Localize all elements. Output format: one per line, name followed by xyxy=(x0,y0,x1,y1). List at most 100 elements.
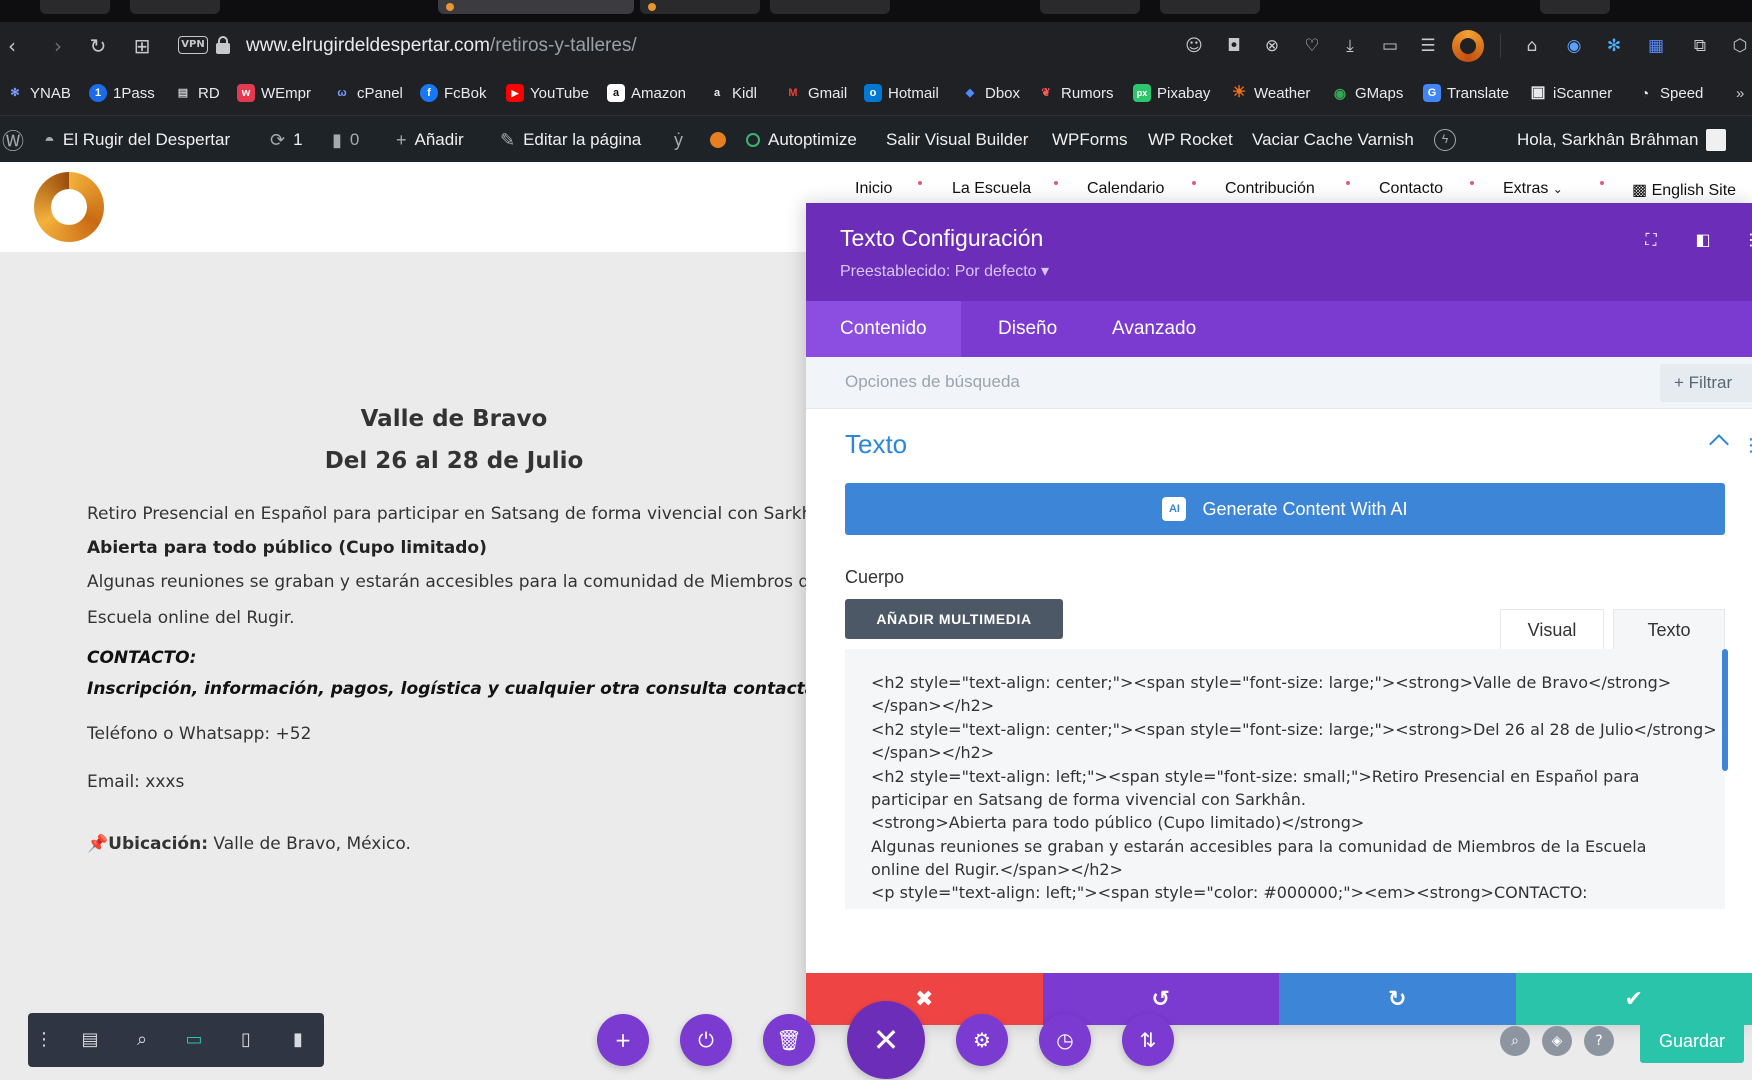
admin-comments[interactable]: ▮ 0 xyxy=(332,128,359,152)
browser-tab[interactable] xyxy=(770,0,890,14)
nav-la-escuela[interactable]: La Escuela xyxy=(952,180,1031,202)
reload-icon[interactable]: ↻ xyxy=(86,34,110,58)
nav-extras[interactable]: Extras ⌄ xyxy=(1503,180,1563,202)
browser-tab[interactable] xyxy=(40,0,110,14)
add-module-button[interactable]: + xyxy=(597,1014,649,1066)
admin-varnish[interactable]: Vaciar Cache Varnish xyxy=(1252,128,1414,152)
bookmark-kidl[interactable]: a Kidl xyxy=(708,82,757,104)
editor-tab-text[interactable]: Texto xyxy=(1613,609,1725,649)
portability-button[interactable]: ⏻ xyxy=(680,1014,732,1066)
section-title-texto[interactable]: Texto xyxy=(845,429,907,460)
copy-icon[interactable]: ⧉ xyxy=(1688,34,1712,58)
browser-tab[interactable] xyxy=(1540,0,1610,14)
section-menu-icon[interactable]: ⋮ xyxy=(1742,435,1752,456)
lock-icon[interactable] xyxy=(216,36,230,54)
zoom-view-icon[interactable]: ⌕ xyxy=(130,1028,154,1052)
bookmark-weather[interactable]: ☀ Weather xyxy=(1230,82,1311,104)
bookmark-1pass[interactable]: 1 1Pass xyxy=(89,82,155,104)
bookmark-youtube[interactable]: ▶ YouTube xyxy=(506,82,589,104)
bookmarks-overflow-icon[interactable]: » xyxy=(1736,82,1744,104)
help-icon[interactable]: ? xyxy=(1584,1026,1614,1056)
discard-button[interactable]: ✖ xyxy=(806,973,1043,1025)
preset-selector[interactable]: Preestablecido: Por defecto ▾ xyxy=(840,261,1049,281)
bookmark-fcbok[interactable]: f FcBok xyxy=(420,82,487,104)
url-field[interactable]: www.elrugirdeldespertar.com/retiros-y-ta… xyxy=(246,34,637,58)
wireframe-view-icon[interactable]: ▤ xyxy=(78,1028,102,1052)
add-media-button[interactable]: AÑADIR MULTIMEDIA xyxy=(845,599,1063,639)
site-logo[interactable] xyxy=(34,172,104,242)
admin-exit-builder[interactable]: Salir Visual Builder xyxy=(886,128,1028,152)
fullscreen-icon[interactable]: ⛶ xyxy=(1640,229,1662,251)
tab-contenido[interactable]: Contenido xyxy=(806,301,961,357)
options-search-input[interactable]: Opciones de búsqueda xyxy=(845,372,1020,392)
bookmark-speed[interactable]: ◔ Speed xyxy=(1636,82,1704,104)
close-builder-button[interactable]: ✕ xyxy=(847,1001,925,1079)
bookmark-cpanel[interactable]: ω cPanel xyxy=(333,82,403,104)
heart-icon[interactable]: ♡ xyxy=(1300,34,1324,58)
browser-tab[interactable] xyxy=(1040,0,1140,14)
back-icon[interactable]: ‹ xyxy=(0,34,24,58)
desktop-view-icon[interactable]: ▭ xyxy=(182,1028,206,1052)
clear-layout-button[interactable]: 🗑 xyxy=(763,1014,815,1066)
save-page-button[interactable]: Guardar xyxy=(1640,1019,1744,1063)
sort-button[interactable]: ⇅ xyxy=(1122,1014,1174,1066)
nav-contacto[interactable]: Contacto xyxy=(1379,180,1443,202)
seo-status-dot[interactable] xyxy=(710,128,726,152)
bookmark-rumors[interactable]: ❦ Rumors xyxy=(1037,82,1113,104)
battery-icon[interactable]: ▭ xyxy=(1378,34,1402,58)
bookmark-dbox[interactable]: ◆ Dbox xyxy=(961,82,1020,104)
tablet-view-icon[interactable]: ▯ xyxy=(234,1028,258,1052)
block-icon[interactable]: ⊗ xyxy=(1260,34,1284,58)
snap-sidebar-icon[interactable]: ◧ xyxy=(1692,229,1714,251)
bookmark-gmail[interactable]: M Gmail xyxy=(784,82,847,104)
admin-autoptimize[interactable]: Autoptimize xyxy=(746,128,857,152)
phone-view-icon[interactable]: ▮ xyxy=(286,1028,310,1052)
admin-updates[interactable]: ⟳ 1 xyxy=(270,128,303,152)
html-code-editor[interactable]: <h2 style="text-align: center;"><span st… xyxy=(845,649,1725,909)
yoast-icon[interactable]: ẏ xyxy=(674,128,683,152)
tab-avanzado[interactable]: Avanzado xyxy=(1078,301,1230,357)
admin-wp-rocket[interactable]: WP Rocket xyxy=(1148,128,1233,152)
wordpress-logo-icon[interactable]: Ⓦ xyxy=(2,128,24,154)
nav-english-site[interactable]: ▩ English Site xyxy=(1632,180,1736,202)
browser-tab[interactable] xyxy=(640,0,760,14)
builder-menu-icon[interactable]: ⋮ xyxy=(32,1028,56,1052)
bookmark-iscanner[interactable]: ▣ iScanner xyxy=(1529,82,1612,104)
admin-wpforms[interactable]: WPForms xyxy=(1052,128,1128,152)
camera-icon[interactable]: ◘ xyxy=(1222,34,1246,58)
browser-tab-active[interactable] xyxy=(438,0,634,14)
save-changes-button[interactable]: ✔ xyxy=(1515,973,1752,1025)
admin-account[interactable]: Hola, Sarkhân Brâhman xyxy=(1517,128,1727,152)
emoji-icon[interactable]: ☺ xyxy=(1182,34,1206,58)
editor-tab-visual[interactable]: Visual xyxy=(1500,609,1604,649)
settings-sliders-icon[interactable]: ☰ xyxy=(1416,34,1440,58)
download-icon[interactable]: ⤓ xyxy=(1338,34,1362,58)
bookmark-translate[interactable]: G Translate xyxy=(1423,82,1509,104)
tab-grid-icon[interactable]: ⊞ xyxy=(130,34,154,58)
collapse-chevron-icon[interactable] xyxy=(1709,434,1729,454)
bookmark-amazon[interactable]: a Amazon xyxy=(607,82,686,104)
bookmark-wempr[interactable]: w WEmpr xyxy=(237,82,311,104)
admin-add-new[interactable]: + Añadir xyxy=(396,128,464,152)
browser-tab[interactable] xyxy=(130,0,220,14)
admin-edit-page[interactable]: ✎ Editar la página xyxy=(500,128,641,152)
bookmark-gmaps[interactable]: ◉ GMaps xyxy=(1331,82,1403,104)
generate-ai-button[interactable]: AI Generate Content With AI xyxy=(845,483,1725,535)
tab-diseno[interactable]: Diseño xyxy=(964,301,1091,357)
cube-icon[interactable]: ⬡ xyxy=(1728,34,1752,58)
forward-icon[interactable]: › xyxy=(46,34,70,58)
filter-button[interactable]: + Filtrar xyxy=(1660,364,1752,402)
bookmark-rd[interactable]: ▤ RD xyxy=(174,82,220,104)
nav-inicio[interactable]: Inicio xyxy=(855,180,892,202)
editor-scrollbar[interactable] xyxy=(1722,649,1728,771)
page-settings-button[interactable]: ⚙ xyxy=(956,1014,1008,1066)
browser-tab[interactable] xyxy=(1160,0,1260,14)
password-manager-icon[interactable]: ◉ xyxy=(1562,34,1586,58)
redo-button[interactable]: ↻ xyxy=(1279,973,1516,1025)
admin-site-name[interactable]: ◓ El Rugir del Despertar xyxy=(44,128,230,152)
home-icon[interactable]: ⌂ xyxy=(1520,34,1544,58)
more-options-icon[interactable]: ⋮ xyxy=(1740,229,1752,251)
find-replace-icon[interactable]: ⌕ xyxy=(1500,1026,1530,1056)
performance-icon[interactable]: ϟ xyxy=(1434,128,1456,152)
nav-contribucion[interactable]: Contribución xyxy=(1225,180,1315,202)
